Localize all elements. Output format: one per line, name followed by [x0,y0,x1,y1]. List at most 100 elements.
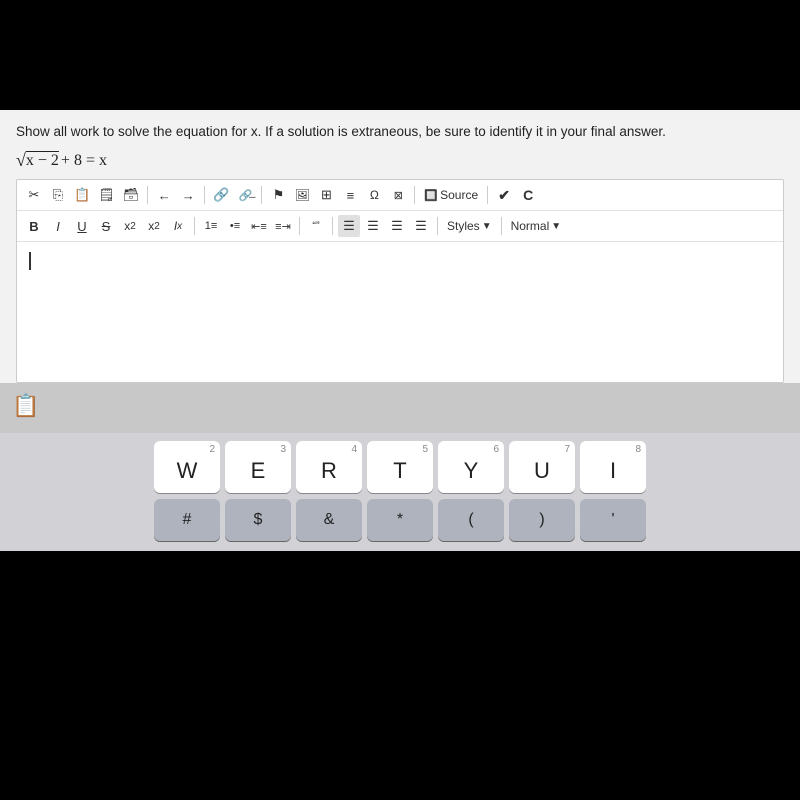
image-button[interactable]: 🖼 [291,184,313,206]
sep7 [299,217,300,235]
superscript-button[interactable]: x2 [143,215,165,237]
sep3 [261,186,262,204]
key-number-u: 7 [564,444,570,455]
key-sym-)[interactable]: ) [509,499,575,541]
sep9 [437,217,438,235]
keyboard-area: 2W3E4R5T6Y7U8I #$&*()' [0,433,800,551]
source-icon: 🔲 [424,189,438,202]
key-symbol-label: ( [468,511,473,529]
outdent-button[interactable]: ⇤≡ [248,215,270,237]
text-cursor [29,252,31,270]
bold-button[interactable]: B [23,215,45,237]
sep6 [194,217,195,235]
align-justify-button[interactable]: ☰ [410,215,432,237]
copy-button[interactable]: ⎘ [47,184,69,206]
italic-button[interactable]: I [47,215,69,237]
key-symbol-label: # [183,511,192,529]
clear-formatting-button[interactable]: C [517,184,539,206]
key-number-w: 2 [209,444,215,455]
key-symbol-label: ) [539,511,544,529]
key-symbol-label: $ [254,511,263,529]
key-r[interactable]: 4R [296,441,362,493]
unordered-list-button[interactable]: •≡ [224,215,246,237]
toolbar-row2: B I U S x2 x2 Ix 1≡ •≡ ⇤≡ ≡⇥ “” ☰ ☰ [17,211,783,242]
indent-button[interactable]: ≡⇥ [272,215,294,237]
key-number-e: 3 [280,444,286,455]
key-u[interactable]: 7U [509,441,575,493]
paste-word-button[interactable]: 🗃 [120,184,143,206]
sep4 [414,186,415,204]
key-t[interactable]: 5T [367,441,433,493]
question-text: Show all work to solve the equation for … [16,122,784,142]
key-number-i: 8 [635,444,641,455]
source-button[interactable]: 🔲 Source [420,184,482,206]
key-letter-e: E [251,458,266,484]
align-left-button[interactable]: ☰ [338,215,360,237]
align-center-button[interactable]: ☰ [362,215,384,237]
key-letter-i: I [610,458,616,484]
cut-button[interactable]: ✂ [23,184,45,206]
top-black-bar [0,0,800,110]
equation-sqrt: √ [16,150,26,171]
equation: √x − 2 + 8 = x [16,150,784,171]
sep1 [147,186,148,204]
key-y[interactable]: 6Y [438,441,504,493]
key-number-r: 4 [351,444,357,455]
clipboard-icon: 📋 [12,393,39,419]
italic-label: I [56,219,60,234]
blockquote-button[interactable]: “” [305,215,327,237]
toolbar-row1: ✂ ⎘ 📋 🗒 🗃 ← → 🔗 🔗̶ ⚑ 🖼 ⊞ ≡ Ω ⊠ 🔲 Source [17,180,783,211]
bottom-grey-area: 📋 [0,383,800,433]
redo-button[interactable]: → [177,184,199,206]
key-sym-([interactable]: ( [438,499,504,541]
sep5 [487,186,488,204]
sep8 [332,217,333,235]
source-label: Source [440,188,478,202]
key-symbol-label: & [324,511,335,529]
key-letter-u: U [534,458,550,484]
ordered-list-button[interactable]: 1≡ [200,215,222,237]
styles-label: Styles [447,219,480,233]
bold-label: B [29,219,38,234]
styles-dropdown[interactable]: Styles ▼ [443,219,496,233]
normal-label: Normal [511,219,550,233]
key-number-y: 6 [493,444,499,455]
spellcheck-button[interactable]: ✔ [493,184,515,206]
key-letter-w: W [177,458,198,484]
remove-format-button[interactable]: Ix [167,215,189,237]
underline-label: U [77,219,86,234]
key-sym-*[interactable]: * [367,499,433,541]
key-letter-y: Y [464,458,479,484]
key-w[interactable]: 2W [154,441,220,493]
paste-button[interactable]: 📋 [71,184,93,206]
maximize-button[interactable]: ⊠ [387,184,409,206]
table-button[interactable]: ⊞ [315,184,337,206]
key-e[interactable]: 3E [225,441,291,493]
key-i[interactable]: 8I [580,441,646,493]
sep10 [501,217,502,235]
sep2 [204,186,205,204]
key-sym-&[interactable]: & [296,499,362,541]
key-sym-$[interactable]: $ [225,499,291,541]
underline-button[interactable]: U [71,215,93,237]
undo-button[interactable]: ← [153,184,175,206]
align-right-button[interactable]: ☰ [386,215,408,237]
key-letter-r: R [321,458,337,484]
normal-dropdown[interactable]: Normal ▼ [507,219,566,233]
key-sym-#[interactable]: # [154,499,220,541]
normal-dropdown-arrow: ▼ [551,221,561,232]
editor-body[interactable] [17,242,783,382]
c-label: C [523,187,533,203]
paste-text-button[interactable]: 🗒 [95,184,118,206]
key-letter-t: T [393,458,406,484]
subscript-button[interactable]: x2 [119,215,141,237]
check-icon: ✔ [498,187,510,204]
link-button[interactable]: 🔗 [210,184,232,206]
flag-button[interactable]: ⚑ [267,184,289,206]
strikethrough-button[interactable]: S [95,215,117,237]
special-char-button[interactable]: Ω [363,184,385,206]
styles-dropdown-arrow: ▼ [482,221,492,232]
key-sym-'[interactable]: ' [580,499,646,541]
list-button[interactable]: ≡ [339,184,361,206]
unlink-button[interactable]: 🔗̶ [234,184,256,206]
